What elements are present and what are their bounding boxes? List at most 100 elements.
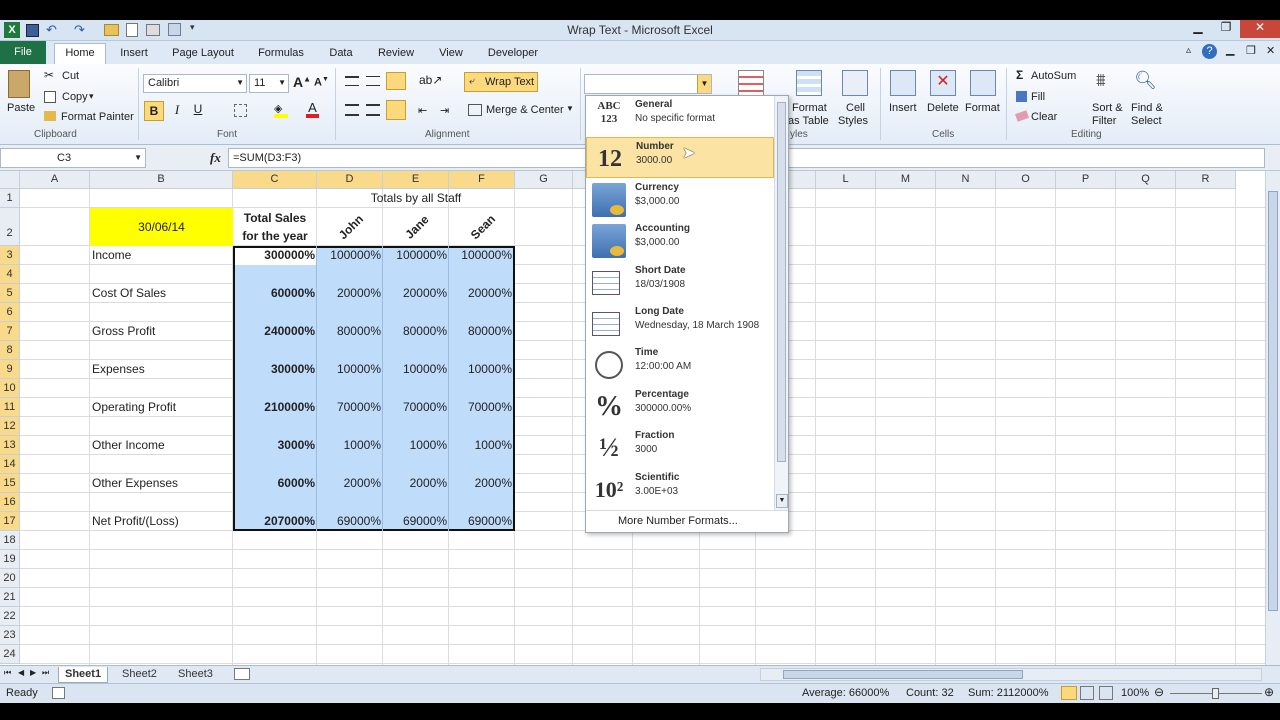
align-center-icon[interactable]: [366, 104, 380, 116]
row-header-16[interactable]: 16: [0, 493, 20, 512]
jane-cell-e9[interactable]: 10000%: [383, 360, 447, 378]
fill-button[interactable]: Fill: [1031, 91, 1045, 103]
sean-cell-f5[interactable]: 20000%: [449, 284, 512, 302]
insert-sheet-icon[interactable]: [234, 668, 250, 680]
jane-cell-e7[interactable]: 80000%: [383, 322, 447, 340]
sheet-tab-3[interactable]: Sheet3: [172, 667, 219, 683]
sean-cell-f9[interactable]: 10000%: [449, 360, 512, 378]
help-icon[interactable]: ?: [1202, 44, 1217, 59]
total-header-line1[interactable]: Total Sales: [233, 209, 317, 227]
font-color-icon[interactable]: A: [306, 100, 319, 118]
font-name-box[interactable]: Calibri ▼: [143, 74, 247, 93]
shrink-font-icon[interactable]: A▼: [314, 76, 329, 89]
orientation-icon[interactable]: ab↗: [419, 73, 442, 87]
total-cell-c15[interactable]: 6000%: [233, 474, 315, 492]
align-middle-icon[interactable]: [366, 76, 380, 86]
zoom-out-icon[interactable]: ⊖: [1154, 685, 1164, 699]
row-header-1[interactable]: 1: [0, 189, 20, 208]
last-sheet-icon[interactable]: ⏭: [42, 668, 49, 678]
sean-cell-f13[interactable]: 1000%: [449, 436, 512, 454]
prev-sheet-icon[interactable]: ◀: [18, 668, 24, 677]
page-break-view-icon[interactable]: [1099, 686, 1113, 700]
jane-cell-e11[interactable]: 70000%: [383, 398, 447, 416]
staff-header-john[interactable]: John: [330, 206, 371, 247]
normal-view-icon[interactable]: [1061, 686, 1077, 700]
paste-icon[interactable]: [8, 70, 30, 98]
row-header-24[interactable]: 24: [0, 645, 20, 664]
column-header-q[interactable]: Q: [1116, 171, 1176, 189]
minimize-ribbon-icon[interactable]: ▵: [1186, 45, 1191, 56]
borders-icon[interactable]: [234, 104, 247, 117]
row-label-9[interactable]: Expenses: [92, 360, 145, 378]
sean-cell-f17[interactable]: 69000%: [449, 512, 512, 530]
format-option-time[interactable]: Time 12:00:00 AM: [586, 344, 774, 385]
column-header-g[interactable]: G: [515, 171, 573, 189]
find-select-label-2[interactable]: Select: [1131, 115, 1162, 127]
format-cells-icon[interactable]: [970, 70, 996, 96]
row-header-13[interactable]: 13: [0, 436, 20, 455]
format-cells-button[interactable]: Format: [965, 102, 1000, 114]
row-header-17[interactable]: 17: [0, 512, 20, 531]
john-cell-d5[interactable]: 20000%: [317, 284, 381, 302]
column-header-e[interactable]: E: [383, 171, 449, 189]
column-header-f[interactable]: F: [449, 171, 515, 189]
row-label-5[interactable]: Cost Of Sales: [92, 284, 166, 302]
total-cell-c3[interactable]: 300000%: [233, 246, 315, 264]
row-header-11[interactable]: 11: [0, 398, 20, 417]
row-header-23[interactable]: 23: [0, 626, 20, 645]
tab-page-layout[interactable]: Page Layout: [164, 44, 242, 64]
date-cell-b2[interactable]: 30/06/14: [90, 208, 233, 246]
cut-button[interactable]: Cut: [62, 70, 79, 82]
bold-button[interactable]: B: [144, 101, 164, 121]
row-label-17[interactable]: Net Profit/(Loss): [92, 512, 179, 530]
staff-header-sean[interactable]: Sean: [462, 206, 503, 247]
tab-data[interactable]: Data: [320, 44, 362, 64]
format-option-currency[interactable]: Currency $3,000.00: [586, 179, 774, 220]
cell-styles-icon[interactable]: [842, 70, 868, 96]
first-sheet-icon[interactable]: ⏮: [4, 668, 11, 678]
total-cell-c13[interactable]: 3000%: [233, 436, 315, 454]
cell-styles-label-2[interactable]: Styles: [838, 115, 868, 127]
row-label-7[interactable]: Gross Profit: [92, 322, 155, 340]
row-header-18[interactable]: 18: [0, 531, 20, 550]
jane-cell-e17[interactable]: 69000%: [383, 512, 447, 530]
format-as-table-label-2[interactable]: as Table: [788, 115, 829, 127]
row-label-3[interactable]: Income: [92, 246, 131, 264]
paste-button[interactable]: Paste: [7, 102, 35, 114]
tab-view[interactable]: View: [430, 44, 472, 64]
insert-cells-icon[interactable]: [890, 70, 916, 96]
john-cell-d15[interactable]: 2000%: [317, 474, 381, 492]
format-option-fraction[interactable]: ½ Fraction 3000: [586, 427, 774, 468]
column-header-n[interactable]: N: [936, 171, 996, 189]
john-cell-d9[interactable]: 10000%: [317, 360, 381, 378]
john-cell-d13[interactable]: 1000%: [317, 436, 381, 454]
align-left-icon[interactable]: [345, 104, 359, 116]
column-header-d[interactable]: D: [317, 171, 383, 189]
row-label-11[interactable]: Operating Profit: [92, 398, 176, 416]
format-option-accounting[interactable]: Accounting $3,000.00: [586, 220, 774, 261]
total-cell-c11[interactable]: 210000%: [233, 398, 315, 416]
jane-cell-e15[interactable]: 2000%: [383, 474, 447, 492]
align-top-icon[interactable]: [345, 76, 359, 86]
jane-cell-e3[interactable]: 100000%: [383, 246, 447, 264]
row-header-20[interactable]: 20: [0, 569, 20, 588]
row-header-22[interactable]: 22: [0, 607, 20, 626]
total-cell-c17[interactable]: 207000%: [233, 512, 315, 530]
increase-indent-icon[interactable]: ⇥: [440, 104, 449, 117]
sean-cell-f15[interactable]: 2000%: [449, 474, 512, 492]
copy-dropdown[interactable]: ▾: [89, 91, 94, 102]
format-as-table-icon[interactable]: [796, 70, 822, 96]
align-right-icon[interactable]: [386, 100, 406, 120]
macro-record-icon[interactable]: [52, 687, 65, 699]
sheet-tab-2[interactable]: Sheet2: [116, 667, 163, 683]
insert-cells-button[interactable]: Insert: [889, 102, 917, 114]
sort-filter-label-2[interactable]: Filter: [1092, 115, 1116, 127]
total-cell-c7[interactable]: 240000%: [233, 322, 315, 340]
column-header-l[interactable]: L: [816, 171, 876, 189]
find-select-label-1[interactable]: Find &: [1131, 102, 1163, 114]
next-sheet-icon[interactable]: ▶: [30, 668, 36, 677]
cell-styles-label-1[interactable]: Cell: [846, 102, 865, 114]
column-header-r[interactable]: R: [1176, 171, 1236, 189]
column-header-a[interactable]: A: [20, 171, 90, 189]
john-cell-d11[interactable]: 70000%: [317, 398, 381, 416]
